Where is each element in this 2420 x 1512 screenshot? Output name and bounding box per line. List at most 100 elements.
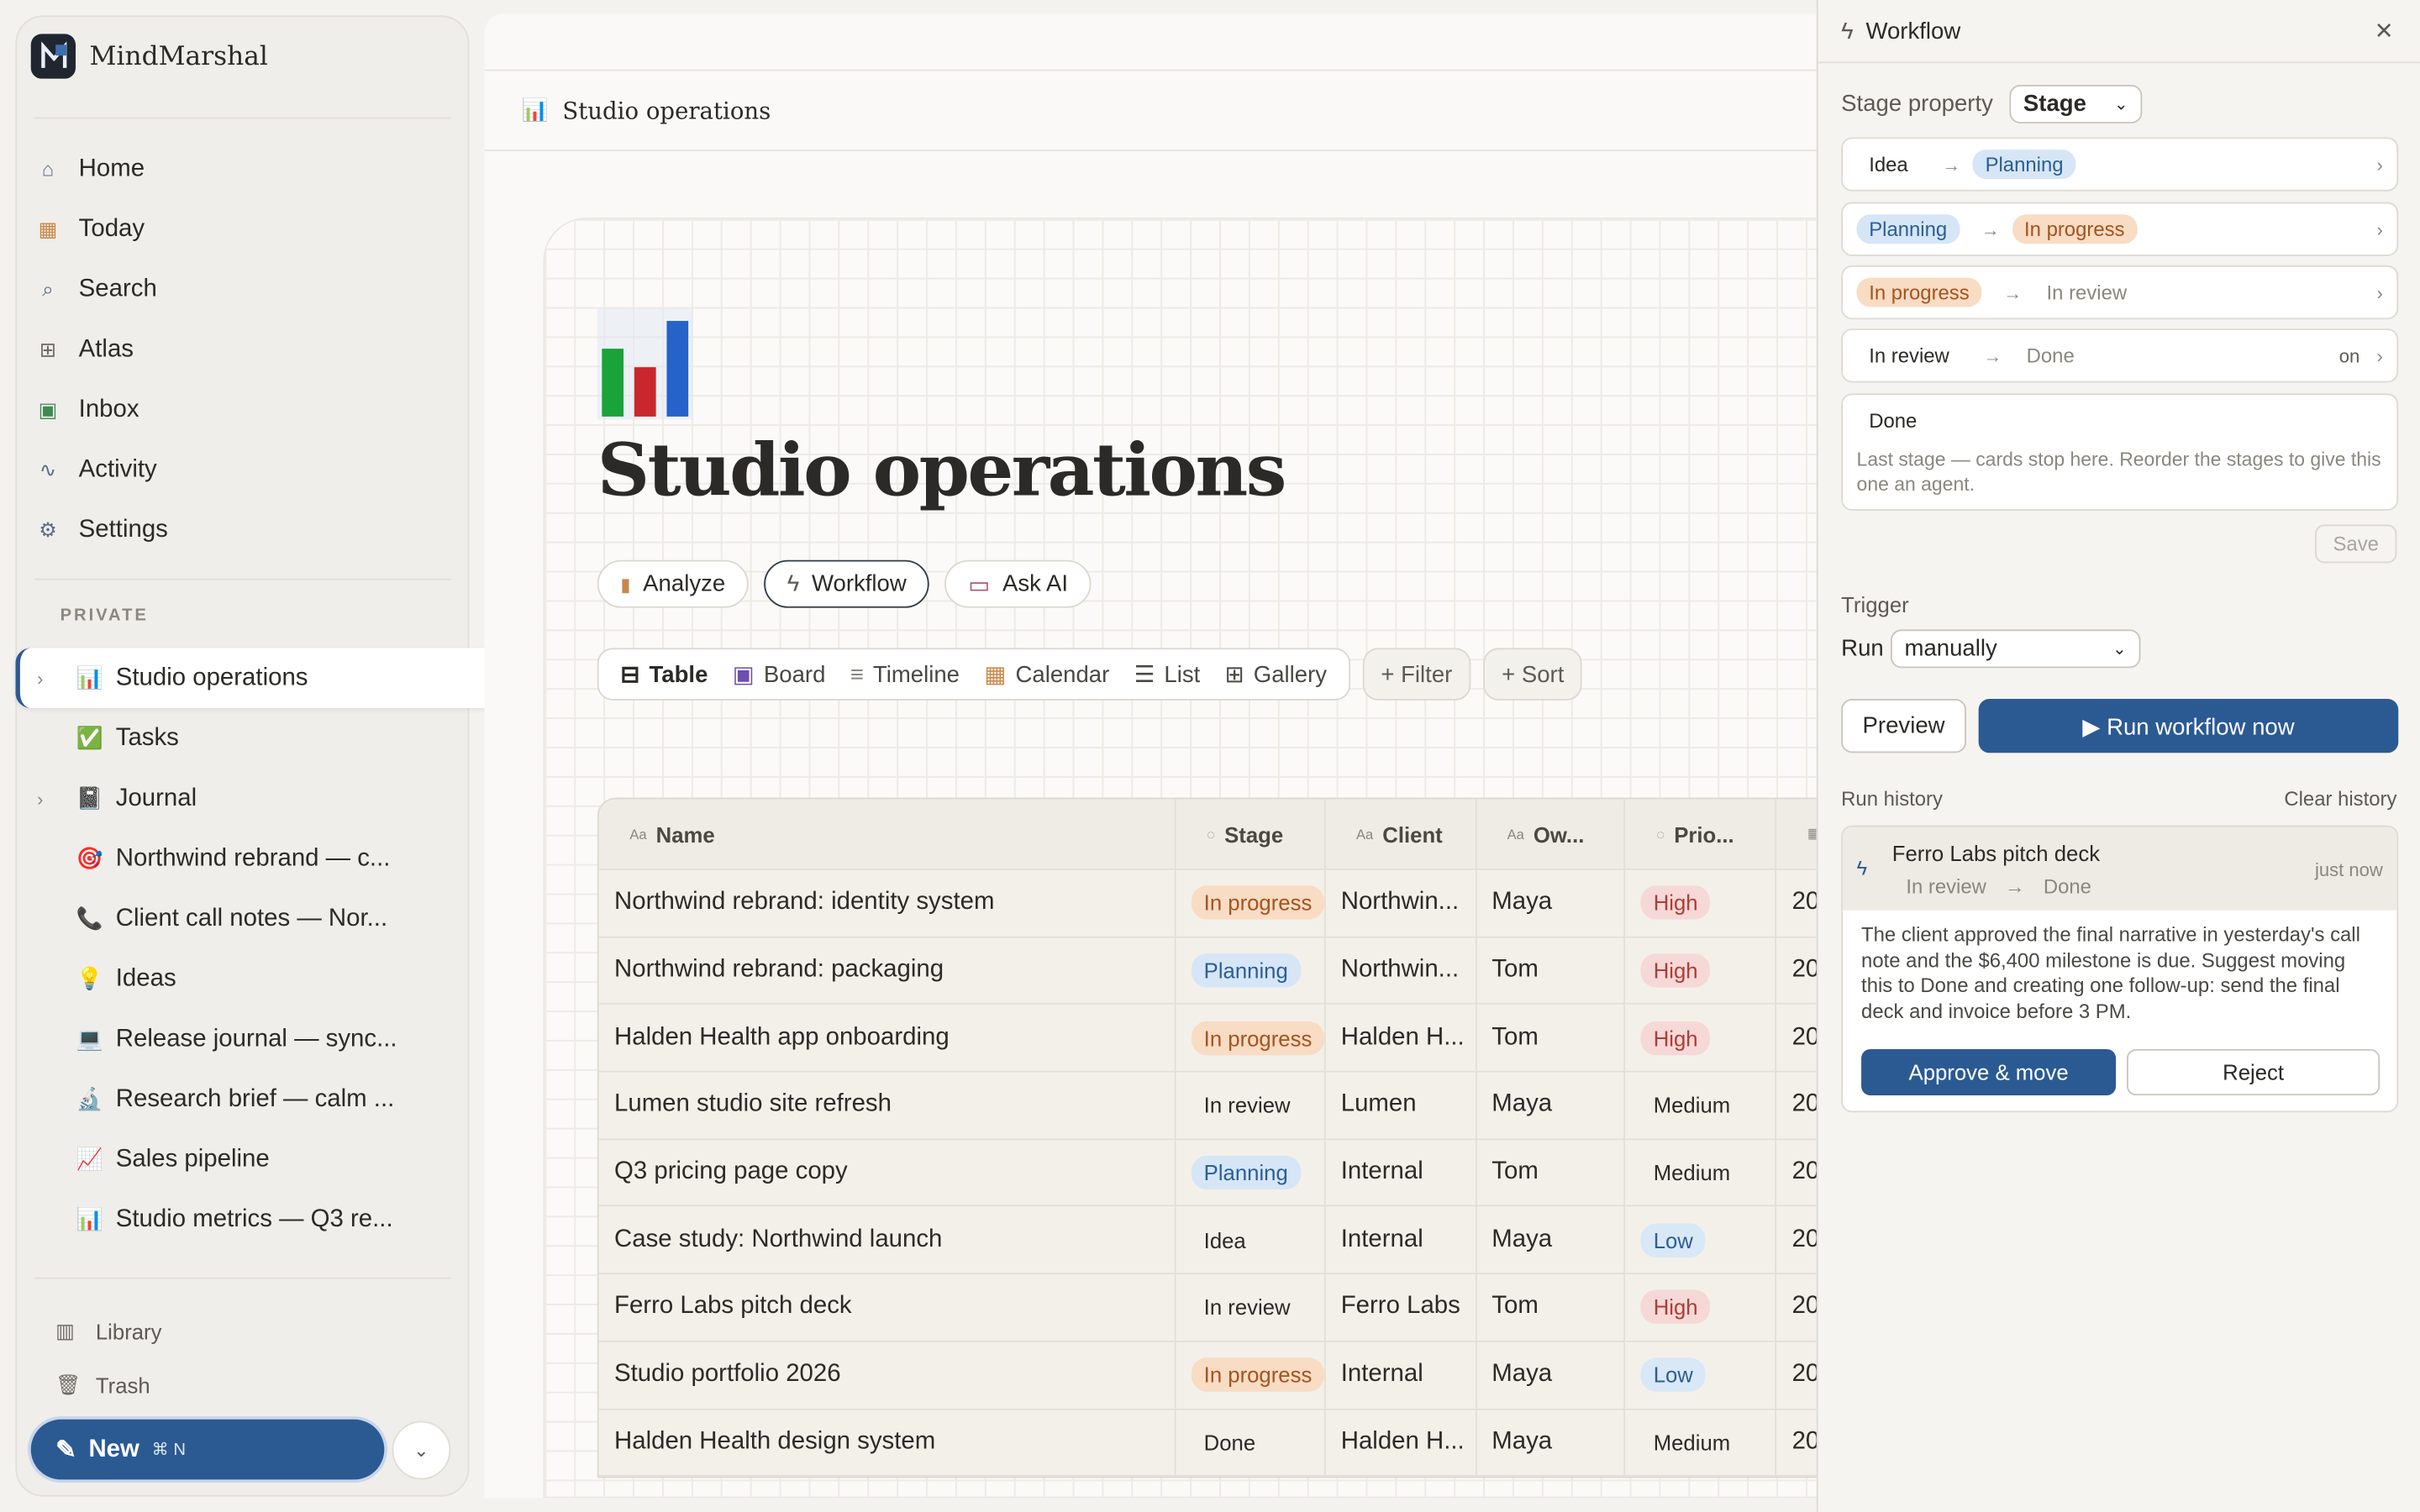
row-owner-cell[interactable]: Tom (1476, 1274, 1626, 1341)
library-link[interactable]: ▥ Library (55, 1304, 161, 1357)
row-priority-cell[interactable]: Low (1626, 1207, 1777, 1273)
row-name-cell[interactable]: Ferro Labs pitch deck (599, 1274, 1176, 1341)
tab-timeline[interactable]: ≡ Timeline (838, 661, 972, 687)
save-button[interactable]: Save (2315, 524, 2397, 564)
row-name-cell[interactable]: Case study: Northwind launch (599, 1207, 1176, 1273)
column-name[interactable]: Aa Name (599, 799, 1176, 869)
row-owner-cell[interactable]: Maya (1476, 1072, 1626, 1139)
status-badge: In progress (1191, 885, 1324, 921)
ask-ai-button[interactable]: ▭ Ask AI (944, 559, 1092, 608)
stage-transition[interactable]: Planning → In progress › (1841, 202, 2399, 256)
row-owner-cell[interactable]: Maya (1476, 1341, 1626, 1408)
new-page-button[interactable]: ✎ New ⌘ N (30, 1419, 385, 1480)
row-client-cell[interactable]: Internal (1325, 1207, 1476, 1273)
row-priority-cell[interactable]: Medium (1626, 1139, 1777, 1206)
row-client-cell[interactable]: Lumen (1325, 1072, 1476, 1139)
row-stage-cell[interactable]: In progress (1176, 869, 1326, 937)
brand[interactable]: MindMarshal (30, 34, 268, 79)
stage-transition[interactable]: Idea → Planning › (1841, 137, 2399, 192)
row-stage-cell[interactable]: Planning (1176, 937, 1326, 1004)
analyze-button[interactable]: ▮ Analyze (597, 559, 749, 608)
row-priority-cell[interactable]: High (1626, 1005, 1777, 1071)
column-owner[interactable]: Aa Ow... (1476, 799, 1626, 869)
row-priority-cell[interactable]: High (1626, 937, 1777, 1004)
workflow-button[interactable]: ϟ Workflow (764, 559, 930, 608)
clear-history-link[interactable]: Clear history (2284, 787, 2396, 811)
trash-link[interactable]: 🗑 Trash (55, 1357, 161, 1411)
table-row[interactable]: Northwind rebrand: packaging Planning Nort… (598, 937, 1844, 1005)
row-name-cell[interactable]: Northwind rebrand: identity system (599, 869, 1176, 937)
row-owner-cell[interactable]: Maya (1476, 1207, 1626, 1273)
row-client: Halden H... (1340, 1428, 1465, 1455)
column-priority[interactable]: ◌ Prio... (1626, 799, 1777, 869)
row-client-cell[interactable]: Ferro Labs (1325, 1274, 1476, 1341)
chevron-right-icon[interactable]: › (37, 667, 43, 689)
row-priority-cell[interactable]: Low (1626, 1341, 1777, 1408)
row-stage-cell[interactable]: In review (1176, 1274, 1326, 1341)
row-stage-cell[interactable]: In review (1176, 1072, 1326, 1139)
row-stage-cell[interactable]: In progress (1176, 1005, 1326, 1071)
row-client-cell[interactable]: Internal (1325, 1139, 1476, 1206)
calendar-icon: ▦ (38, 217, 58, 240)
row-priority-cell[interactable]: High (1626, 869, 1777, 937)
breadcrumb[interactable]: Studio operations (562, 97, 771, 124)
run-workflow-button[interactable]: ▶ Run workflow now (1978, 699, 2399, 753)
tab-calendar[interactable]: ▦ Calendar (972, 660, 1122, 688)
row-owner-cell[interactable]: Maya (1476, 1409, 1626, 1476)
to-stage: Done (2026, 344, 2075, 368)
row-name-cell[interactable]: Studio portfolio 2026 (599, 1341, 1176, 1408)
table-row[interactable]: Northwind rebrand: identity system In pro… (598, 869, 1844, 938)
row-owner-cell[interactable]: Tom (1476, 1139, 1626, 1206)
new-options-button[interactable]: ⌄ (392, 1420, 451, 1480)
table-row[interactable]: Studio portfolio 2026 In progress Internal… (598, 1341, 1844, 1410)
tab-gallery[interactable]: ⊞ Gallery (1213, 660, 1339, 688)
row-owner-cell[interactable]: Tom (1476, 937, 1626, 1004)
reject-button[interactable]: Reject (2126, 1048, 2381, 1096)
filter-button[interactable]: + Filter (1362, 648, 1471, 701)
row-owner-cell[interactable]: Maya (1476, 869, 1626, 937)
row-client-cell[interactable]: Halden H... (1325, 1409, 1476, 1476)
table-row[interactable]: Lumen studio site refresh In review Lumen M… (598, 1072, 1844, 1140)
stage-transition[interactable]: In review → Done on › (1841, 328, 2399, 383)
approve-button[interactable]: Approve & move (1861, 1048, 2117, 1096)
page-title[interactable]: Studio operations (597, 429, 1287, 514)
row-name-cell[interactable]: Halden Health design system (599, 1409, 1176, 1476)
row-name-cell[interactable]: Halden Health app onboarding (599, 1005, 1176, 1071)
table-row[interactable]: Q3 pricing page copy Planning Internal Tom M… (598, 1139, 1844, 1208)
row-stage-cell[interactable]: Planning (1176, 1139, 1326, 1206)
row-owner-cell[interactable]: Tom (1476, 1005, 1626, 1071)
last-stage-card: Done Last stage — cards stop here. Reord… (1841, 393, 2399, 511)
row-client-cell[interactable]: Northwin... (1325, 937, 1476, 1004)
close-icon[interactable]: ✕ (2375, 17, 2394, 45)
row-priority-cell[interactable]: Medium (1626, 1409, 1777, 1476)
stage-property-select[interactable]: Stage ⌄ (2009, 85, 2143, 123)
run-history-item: ϟ Ferro Labs pitch deck In review → Done j… (1841, 825, 2399, 1113)
tab-board[interactable]: ▣ Board (720, 660, 838, 688)
row-name-cell[interactable]: Q3 pricing page copy (599, 1139, 1176, 1206)
chevron-right-icon[interactable]: › (37, 788, 43, 810)
sort-button[interactable]: + Sort (1483, 648, 1583, 701)
row-client-cell[interactable]: Internal (1325, 1341, 1476, 1408)
column-stage[interactable]: ◌ Stage (1176, 799, 1326, 869)
row-priority-cell[interactable]: Medium (1626, 1072, 1777, 1139)
table-row[interactable]: Case study: Northwind launch Idea Internal… (598, 1207, 1844, 1275)
table-row[interactable]: Halden Health design system Done Halden H.… (598, 1409, 1844, 1478)
row-priority-cell[interactable]: High (1626, 1274, 1777, 1341)
row-client-cell[interactable]: Halden H... (1325, 1005, 1476, 1071)
row-name-cell[interactable]: Northwind rebrand: packaging (599, 937, 1176, 1004)
stage-transition[interactable]: In progress → In review › (1841, 265, 2399, 320)
row-stage-cell[interactable]: Idea (1176, 1207, 1326, 1273)
table-row[interactable]: Ferro Labs pitch deck In review Ferro Labs… (598, 1274, 1844, 1342)
table-row[interactable]: Halden Health app onboarding In progress H… (598, 1005, 1844, 1073)
row-name-cell[interactable]: Lumen studio site refresh (599, 1072, 1176, 1139)
row-client-cell[interactable]: Northwin... (1325, 869, 1476, 937)
preview-button[interactable]: Preview (1841, 699, 1966, 753)
column-client[interactable]: Aa Client (1325, 799, 1476, 869)
row-client: Internal (1340, 1226, 1423, 1252)
trigger-select[interactable]: manually ⌄ (1890, 629, 2141, 669)
row-stage-cell[interactable]: Done (1176, 1409, 1326, 1476)
status-badge: In progress (1191, 1357, 1324, 1392)
tab-table[interactable]: ⊟ Table (608, 660, 720, 688)
row-stage-cell[interactable]: In progress (1176, 1341, 1326, 1408)
tab-list[interactable]: ☰ List (1122, 660, 1213, 688)
